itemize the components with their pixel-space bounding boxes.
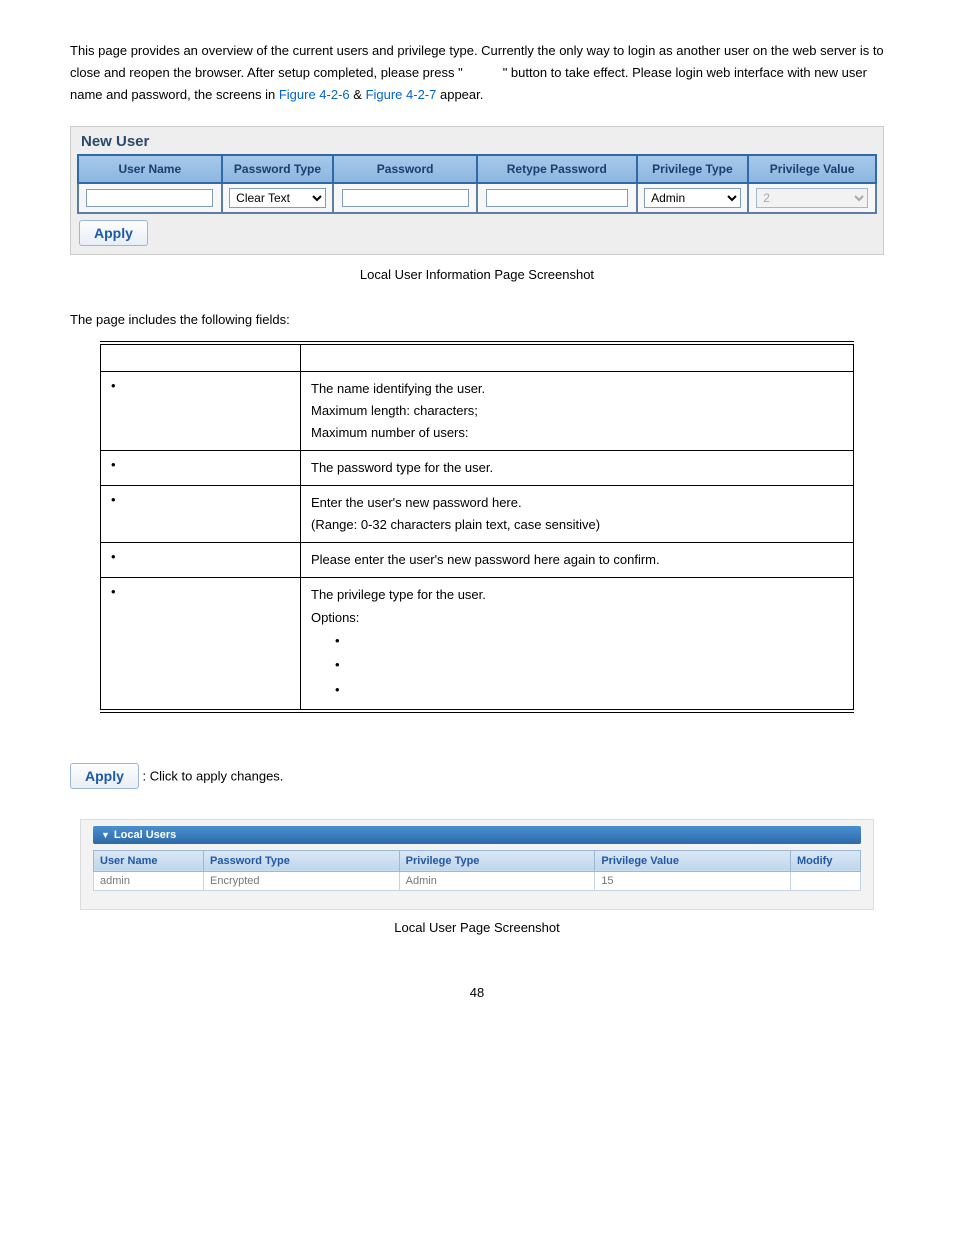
lu-th-priv-value: Privilege Value (595, 850, 791, 871)
password-input[interactable] (342, 189, 469, 207)
lu-th-password-type: Password Type (204, 850, 400, 871)
apply-description: : Click to apply changes. (143, 768, 284, 783)
lu-th-username: User Name (94, 850, 204, 871)
priv-value-select: 2 (756, 188, 868, 208)
figure-link-4-2-7[interactable]: Figure 4-2-7 (366, 87, 437, 102)
intro-paragraph: This page provides an overview of the cu… (70, 40, 884, 106)
intro-text-2b: " button to take effect. Please login we… (503, 65, 731, 80)
spec-header-desc (301, 343, 854, 371)
lu-th-priv-type: Privilege Type (399, 850, 595, 871)
lu-cell-priv-value: 15 (595, 871, 791, 890)
spec-table: • The name identifying the user. Maximum… (100, 341, 854, 712)
chevron-down-icon: ▼ (101, 830, 110, 840)
new-user-form-table: User Name Password Type Password Retype … (77, 154, 877, 214)
apply-button[interactable]: Apply (79, 220, 148, 246)
lu-th-modify: Modify (791, 850, 861, 871)
spec-row-priv-type: • The privilege type for the user. Optio… (101, 578, 854, 711)
password-type-select[interactable]: Clear Text (229, 188, 326, 208)
page-number: 48 (70, 985, 884, 1000)
th-password: Password (333, 155, 477, 183)
local-users-row: admin Encrypted Admin 15 (94, 871, 861, 890)
spec-row-password-type: • The password type for the user. (101, 451, 854, 486)
intro-text-3b: appear. (436, 87, 483, 102)
figure-link-4-2-6[interactable]: Figure 4-2-6 (279, 87, 350, 102)
lu-cell-username: admin (94, 871, 204, 890)
spec-row-password: • Enter the user's new password here. (R… (101, 486, 854, 543)
local-users-table: User Name Password Type Privilege Type P… (93, 850, 861, 891)
fields-heading: The page includes the following fields: (70, 312, 884, 327)
spec-row-retype: • Please enter the user's new password h… (101, 543, 854, 578)
spec-row-username: • The name identifying the user. Maximum… (101, 371, 854, 450)
new-user-title: New User (81, 133, 877, 150)
local-users-header[interactable]: ▼ Local Users (93, 826, 861, 844)
th-user-name: User Name (78, 155, 222, 183)
priv-type-select[interactable]: Admin (644, 188, 741, 208)
new-user-panel: New User User Name Password Type Passwor… (70, 126, 884, 255)
th-priv-type: Privilege Type (637, 155, 749, 183)
user-name-input[interactable] (86, 189, 213, 207)
lu-cell-password-type: Encrypted (204, 871, 400, 890)
th-retype-password: Retype Password (477, 155, 637, 183)
lu-cell-priv-type: Admin (399, 871, 595, 890)
th-priv-value: Privilege Value (748, 155, 876, 183)
buttons-section: Apply : Click to apply changes. (70, 763, 884, 789)
retype-password-input[interactable] (486, 189, 628, 207)
lu-cell-modify[interactable] (791, 871, 861, 890)
th-password-type: Password Type (222, 155, 334, 183)
amp: & (350, 87, 366, 102)
apply-button-inline[interactable]: Apply (70, 763, 139, 789)
caption-local-user: Local User Page Screenshot (70, 920, 884, 935)
caption-local-user-info: Local User Information Page Screenshot (70, 267, 884, 282)
intro-text-1: This page provides an overview of the cu… (70, 43, 816, 58)
local-users-panel: ▼ Local Users User Name Password Type Pri… (80, 819, 874, 910)
spec-header-object (101, 343, 301, 371)
local-users-title: Local Users (114, 829, 176, 841)
